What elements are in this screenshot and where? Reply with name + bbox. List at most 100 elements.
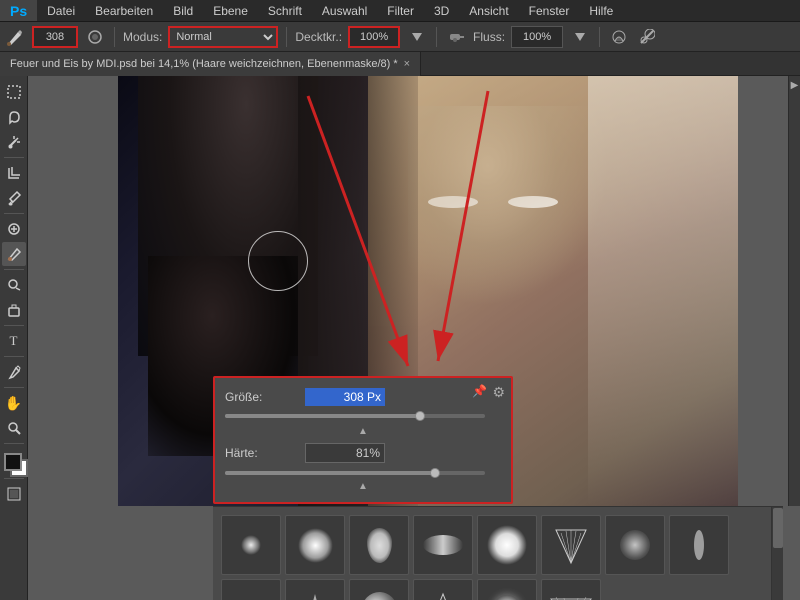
brush-soft-medium-icon — [298, 528, 333, 563]
eyedropper-tool[interactable] — [2, 186, 26, 210]
menu-bar: Ps Datei Bearbeiten Bild Ebene Schrift A… — [0, 0, 800, 22]
brush-wide-icon — [229, 589, 274, 600]
flow-dropdown-icon[interactable] — [569, 26, 591, 48]
menu-filter[interactable]: Filter — [377, 0, 424, 21]
tab-close-button[interactable]: × — [404, 58, 410, 70]
healing-tool[interactable] — [2, 217, 26, 241]
menu-hilfe[interactable]: Hilfe — [579, 0, 623, 21]
toolbar-separator-8 — [4, 478, 24, 479]
brush-round-large-icon — [487, 525, 527, 565]
menu-ebene[interactable]: Ebene — [203, 0, 258, 21]
brush-preset-12[interactable] — [413, 579, 473, 600]
brush-preset-3[interactable] — [349, 515, 409, 575]
document-tab[interactable]: Feuer und Eis by MDI.psd bei 14,1% (Haar… — [0, 52, 421, 76]
toolbar-separator-7 — [4, 443, 24, 444]
size-up-arrow: ▲ — [225, 426, 501, 437]
hardness-up-arrow: ▲ — [225, 481, 501, 492]
menu-schrift[interactable]: Schrift — [258, 0, 312, 21]
brush-size-slider[interactable] — [225, 414, 485, 418]
menu-datei[interactable]: Datei — [37, 0, 85, 21]
toolbar-separator-5 — [4, 356, 24, 357]
zoom-tool[interactable] — [2, 416, 26, 440]
menu-3d[interactable]: 3D — [424, 0, 459, 21]
menu-ps[interactable]: Ps — [0, 0, 37, 21]
crop-tool[interactable] — [2, 161, 26, 185]
toolbar-separator-6 — [4, 387, 24, 388]
eraser-tool[interactable] — [2, 298, 26, 322]
brush-hardness-row: Härte: 81% — [225, 443, 501, 463]
panel-pin-icon[interactable]: 📌 — [472, 384, 487, 398]
menu-ansicht[interactable]: Ansicht — [459, 0, 518, 21]
separator-4 — [599, 27, 600, 47]
opacity-label: Decktkr.: — [295, 30, 342, 44]
foreground-color[interactable] — [4, 453, 22, 471]
opacity-dropdown-icon[interactable] — [406, 26, 428, 48]
brush-preset-6[interactable] — [541, 515, 601, 575]
clone-tool[interactable] — [2, 273, 26, 297]
brush-settings-panel: ⚙ 📌 Größe: ▲ Härte: 81% — [213, 376, 513, 504]
brush-tool-icon — [4, 26, 26, 48]
panel-toggle[interactable]: ▶ — [789, 80, 800, 91]
mode-select[interactable]: Normal Auflösen Abdunkeln Multiplizieren — [168, 26, 278, 48]
airbrush-icon[interactable] — [445, 26, 467, 48]
menu-bearbeiten[interactable]: Bearbeiten — [85, 0, 163, 21]
toolbar-separator-4 — [4, 325, 24, 326]
presets-scrollbar[interactable] — [771, 507, 783, 600]
magic-wand-tool[interactable] — [2, 130, 26, 154]
hand-tool[interactable]: ✋ — [2, 391, 26, 415]
brush-preset-9[interactable] — [221, 579, 281, 600]
pressure-opacity-icon[interactable] — [608, 26, 630, 48]
brush-tool-sidebar[interactable] — [2, 242, 26, 266]
brush-preset-13[interactable] — [477, 579, 537, 600]
brush-hardness-slider[interactable] — [225, 471, 485, 475]
menu-auswahl[interactable]: Auswahl — [312, 0, 377, 21]
brush-complex-icon — [546, 589, 596, 600]
brush-hardness-label: Härte: — [225, 446, 305, 460]
screen-mode-button[interactable] — [2, 482, 26, 506]
brush-preset-1[interactable] — [221, 515, 281, 575]
presets-grid — [213, 507, 783, 600]
lasso-tool[interactable] — [2, 105, 26, 129]
brush-size-label: Größe: — [225, 390, 305, 404]
panel-settings-icon[interactable]: ⚙ — [492, 384, 505, 401]
menu-bild[interactable]: Bild — [163, 0, 203, 21]
brush-detail-icon — [679, 525, 719, 565]
brush-hard-icon — [367, 528, 392, 563]
brush-preset-8[interactable] — [669, 515, 729, 575]
brush-size-input[interactable] — [32, 26, 78, 48]
toolbar-separator-3 — [4, 269, 24, 270]
brush-preset-7[interactable] — [605, 515, 665, 575]
brush-soft-small-icon — [241, 535, 261, 555]
flow-value[interactable]: 100% — [511, 26, 563, 48]
brush-stroke-icon — [423, 535, 463, 555]
brush-soft-large-icon — [620, 530, 650, 560]
brush-angular-icon — [423, 589, 463, 600]
brush-preset-4[interactable] — [413, 515, 473, 575]
brush-size-row: Größe: — [225, 388, 501, 406]
brush-preset-10[interactable] — [285, 579, 345, 600]
brush-presets-panel — [213, 506, 783, 600]
pen-tool[interactable] — [2, 360, 26, 384]
pressure-size-icon[interactable] — [636, 26, 658, 48]
separator-1 — [114, 27, 115, 47]
foreground-background-colors[interactable] — [2, 451, 26, 475]
marquee-tool[interactable] — [2, 80, 26, 104]
presets-scroll-thumb[interactable] — [773, 508, 783, 548]
tab-title: Feuer und Eis by MDI.psd bei 14,1% (Haar… — [10, 58, 398, 70]
brush-preset-2[interactable] — [285, 515, 345, 575]
brush-preset-11[interactable] — [349, 579, 409, 600]
brush-preset-5[interactable] — [477, 515, 537, 575]
brush-radial-icon — [362, 592, 397, 600]
separator-2 — [286, 27, 287, 47]
canvas-area[interactable]: ⚙ 📌 Größe: ▲ Härte: 81% — [28, 76, 800, 600]
brush-preset-14[interactable] — [541, 579, 601, 600]
brush-pointed-icon — [295, 589, 335, 600]
opacity-value[interactable]: 100% — [348, 26, 400, 48]
brush-size-field[interactable] — [305, 388, 385, 406]
type-tool[interactable]: T — [2, 329, 26, 353]
tool-options-bar: Modus: Normal Auflösen Abdunkeln Multipl… — [0, 22, 800, 52]
right-panel-strip: ▶ — [788, 76, 800, 506]
brush-picker-icon[interactable] — [84, 26, 106, 48]
toolbar-separator-1 — [4, 157, 24, 158]
menu-fenster[interactable]: Fenster — [519, 0, 580, 21]
